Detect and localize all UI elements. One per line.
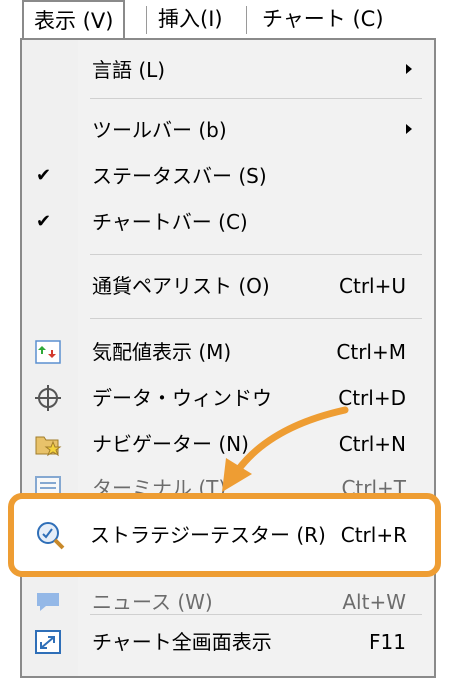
checkmark-icon: ✔ <box>36 211 52 232</box>
submenu-arrow-icon <box>406 64 412 74</box>
menu-item-news[interactable]: ニュース (W) Alt+W <box>22 580 434 624</box>
submenu-arrow-icon <box>406 124 412 134</box>
menu-bar: 表示 (V) 挿入(I) チャート (C) <box>0 0 456 40</box>
view-dropdown-menu: 言語 (L) ツールバー (b) ✔ ステータスバー (S) ✔ チャートバー … <box>20 38 436 678</box>
menu-item-label: チャート全画面表示 <box>92 630 272 654</box>
shortcut-label: Ctrl+U <box>339 274 406 298</box>
menu-item-symbols[interactable]: 通貨ペアリスト (O) Ctrl+U <box>22 264 434 308</box>
shortcut-label: Ctrl+D <box>338 386 406 410</box>
fullscreen-icon <box>35 630 61 654</box>
market-watch-icon <box>35 340 61 364</box>
menu-item-market-watch[interactable]: 気配値表示 (M) Ctrl+M <box>22 330 434 374</box>
checkmark-icon: ✔ <box>36 165 52 186</box>
menu-item-statusbar[interactable]: ✔ ステータスバー (S) <box>22 154 434 198</box>
menu-item-strategy-tester[interactable]: ストラテジーテスター (R) Ctrl+R <box>14 499 435 571</box>
menu-item-label: 通貨ペアリスト (O) <box>92 274 270 298</box>
folder-star-icon <box>35 436 62 457</box>
menu-insert[interactable]: 挿入(I) <box>148 0 233 40</box>
menu-divider <box>90 254 422 255</box>
menu-item-fullscreen[interactable]: チャート全画面表示 F11 <box>22 620 434 664</box>
menu-item-label: データ・ウィンドウ <box>92 386 272 410</box>
menu-item-label: ステータスバー (S) <box>92 164 267 188</box>
shortcut-label: Ctrl+R <box>340 523 407 547</box>
menu-separator <box>146 6 147 34</box>
shortcut-label: F11 <box>369 630 406 654</box>
menu-item-label: ツールバー (b) <box>92 118 227 142</box>
speech-bubble-icon <box>37 593 59 611</box>
crosshair-icon <box>35 385 61 411</box>
menu-divider <box>90 98 422 99</box>
menu-divider <box>90 318 422 319</box>
menu-item-language[interactable]: 言語 (L) <box>22 48 434 92</box>
menu-item-label: 言語 (L) <box>92 58 166 82</box>
menu-chart[interactable]: チャート (C) <box>252 0 394 40</box>
menu-divider <box>90 614 422 615</box>
menu-item-label: ニュース (W) <box>92 590 213 614</box>
menu-item-data-window[interactable]: データ・ウィンドウ Ctrl+D <box>22 376 434 420</box>
menu-item-label: ナビゲーター (N) <box>92 432 249 456</box>
menu-item-label: 気配値表示 (M) <box>92 340 232 364</box>
menu-item-label: チャートバー (C) <box>92 210 248 234</box>
shortcut-label: Ctrl+M <box>336 340 406 364</box>
shortcut-label: Alt+W <box>342 590 406 614</box>
menu-view[interactable]: 表示 (V) <box>22 0 126 40</box>
shortcut-label: Ctrl+N <box>338 432 406 456</box>
menu-separator <box>246 6 247 34</box>
menu-item-chartbar[interactable]: ✔ チャートバー (C) <box>22 200 434 244</box>
menu-item-label: ストラテジーテスター (R) <box>90 523 326 547</box>
menu-item-toolbar[interactable]: ツールバー (b) <box>22 108 434 152</box>
menu-item-navigator[interactable]: ナビゲーター (N) Ctrl+N <box>22 422 434 466</box>
strategy-tester-icon <box>37 522 65 550</box>
